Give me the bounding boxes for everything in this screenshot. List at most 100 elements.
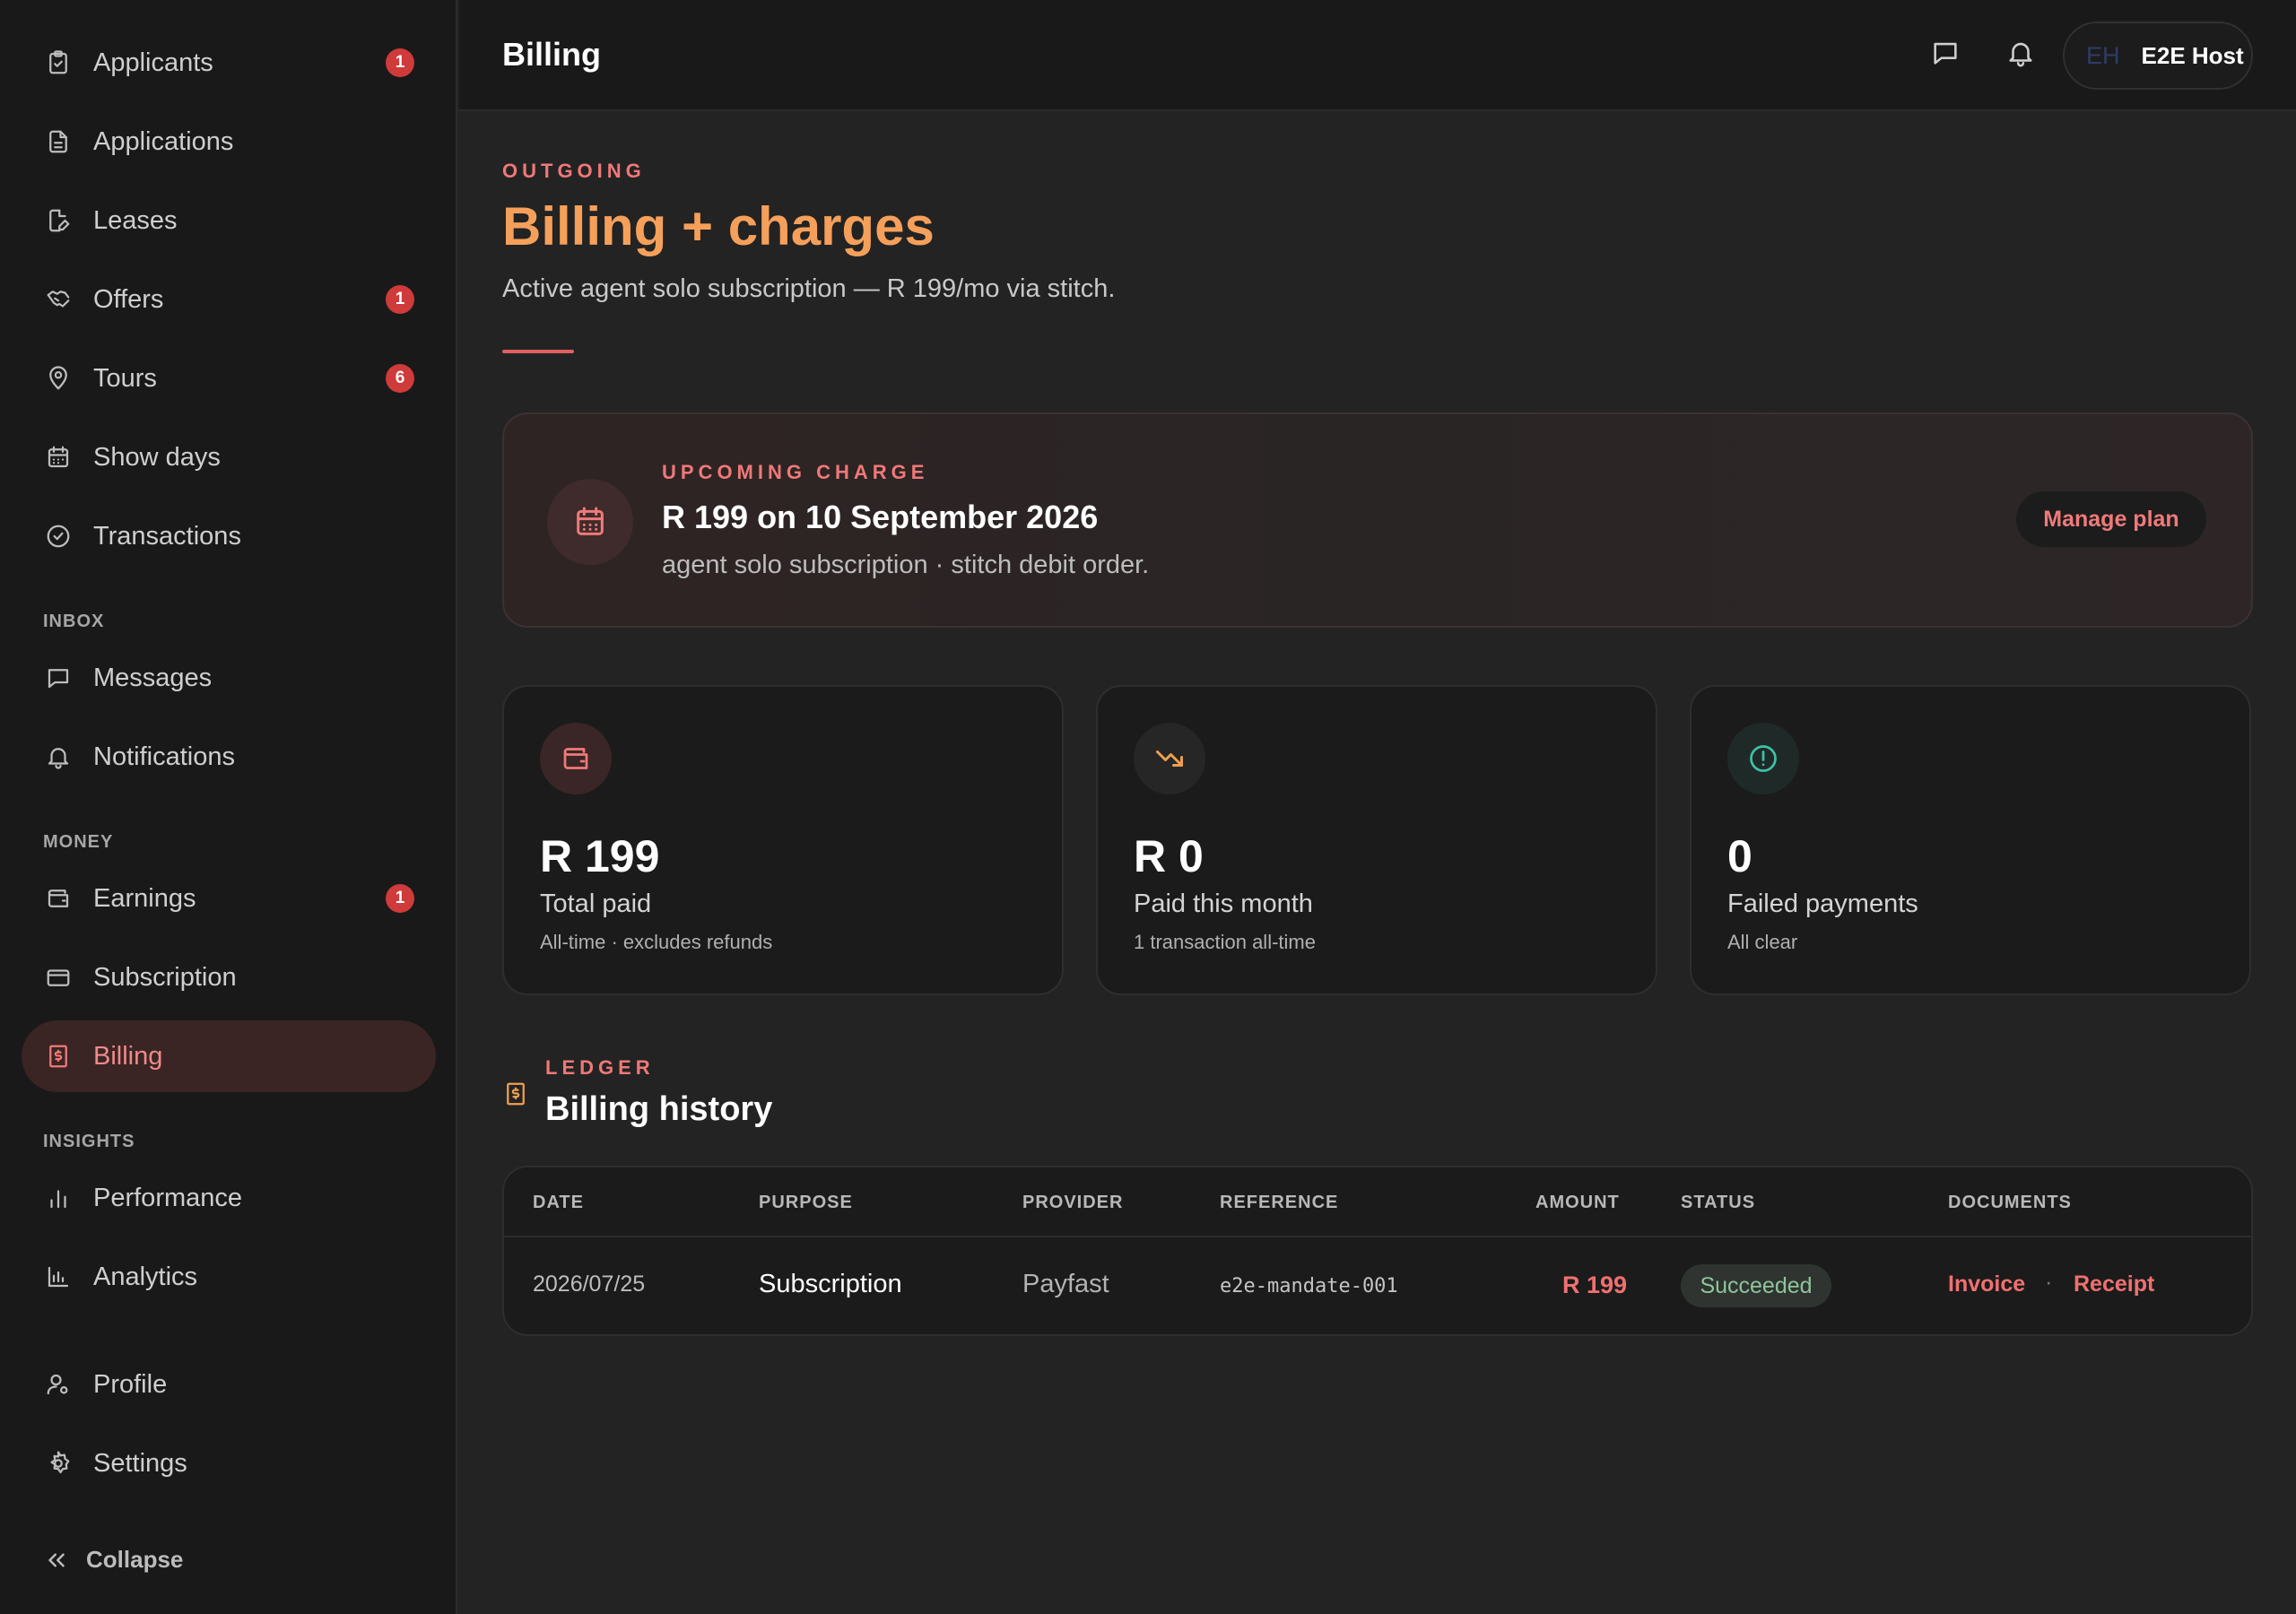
- sidebar: Applicants 1 Applications Leases Offers …: [0, 0, 457, 1614]
- sidebar-item-leases[interactable]: Leases: [22, 185, 436, 256]
- chevrons-left-icon: [48, 1553, 65, 1566]
- check-circle-icon: [43, 521, 74, 551]
- notification-badge: 6: [386, 364, 414, 393]
- analytics-chart-icon: [43, 1262, 74, 1292]
- stat-label: Paid this month: [1134, 889, 1313, 918]
- sidebar-item-label: Settings: [93, 1448, 187, 1478]
- bar-chart-icon: [43, 1183, 74, 1213]
- sidebar-item-settings[interactable]: Settings: [22, 1427, 436, 1499]
- sidebar-item-label: Offers: [93, 284, 164, 314]
- clipboard-icon: [43, 48, 74, 78]
- title-divider: [502, 350, 574, 353]
- column-header-status: STATUS: [1681, 1193, 1756, 1212]
- notification-badge: 1: [386, 48, 414, 77]
- page-subtitle: Active agent solo subscription — R 199/m…: [502, 274, 1116, 303]
- sidebar-item-profile[interactable]: Profile: [22, 1349, 436, 1420]
- handshake-icon: [43, 284, 74, 315]
- column-header-purpose: PURPOSE: [759, 1193, 853, 1212]
- page-eyebrow: OUTGOING: [502, 160, 646, 182]
- sidebar-item-messages[interactable]: Messages: [22, 642, 436, 714]
- alert-circle-icon: [1727, 723, 1799, 794]
- messages-icon[interactable]: [1930, 38, 1964, 72]
- sidebar-item-billing[interactable]: Billing: [22, 1020, 436, 1092]
- bell-icon[interactable]: [2005, 38, 2039, 72]
- sidebar-item-label: Subscription: [93, 962, 237, 992]
- receipt-dollar-icon: [43, 1041, 74, 1072]
- table-divider: [504, 1236, 2251, 1237]
- stat-card-failed-payments: 0 Failed payments All clear: [1690, 685, 2251, 995]
- cell-reference: e2e-mandate-001: [1220, 1275, 1398, 1297]
- receipt-link[interactable]: Receipt: [2074, 1271, 2154, 1297]
- invoice-link[interactable]: Invoice: [1948, 1271, 2025, 1297]
- sidebar-item-label: Show days: [93, 442, 221, 472]
- sidebar-item-label: Earnings: [93, 883, 196, 913]
- collapse-label: Collapse: [86, 1546, 184, 1573]
- credit-card-icon: [43, 962, 74, 993]
- page-title: Billing + charges: [502, 196, 935, 256]
- sidebar-item-offers[interactable]: Offers 1: [22, 264, 436, 335]
- sidebar-item-label: Tours: [93, 363, 157, 393]
- map-pin-icon: [43, 363, 74, 394]
- column-header-reference: REFERENCE: [1220, 1193, 1339, 1212]
- edit-document-icon: [43, 205, 74, 236]
- sidebar-item-label: Applicants: [93, 48, 213, 77]
- stat-value: R 0: [1134, 831, 1204, 881]
- stat-value: R 199: [540, 831, 660, 881]
- sidebar-item-label: Applications: [93, 126, 234, 156]
- section-label-money: MONEY: [43, 832, 114, 852]
- sidebar-item-show-days[interactable]: Show days: [22, 421, 436, 493]
- stat-subtext: 1 transaction all-time: [1134, 931, 1316, 953]
- sidebar-item-label: Billing: [93, 1041, 163, 1071]
- sidebar-item-label: Profile: [93, 1369, 168, 1399]
- user-settings-icon: [43, 1369, 74, 1400]
- sidebar-item-label: Transactions: [93, 521, 241, 551]
- avatar: EH: [2086, 41, 2120, 69]
- page-header-title: Billing: [502, 36, 601, 73]
- stat-label: Failed payments: [1727, 889, 1918, 918]
- column-header-date: DATE: [533, 1193, 584, 1212]
- sidebar-item-analytics[interactable]: Analytics: [22, 1241, 436, 1313]
- collapse-button[interactable]: Collapse: [43, 1546, 183, 1574]
- sidebar-item-label: Leases: [93, 205, 178, 235]
- section-label-insights: INSIGHTS: [43, 1132, 135, 1151]
- sidebar-item-notifications[interactable]: Notifications: [22, 721, 436, 793]
- user-menu-button[interactable]: EH E2E Host: [2063, 22, 2253, 90]
- stat-subtext: All-time · excludes refunds: [540, 931, 773, 953]
- stat-label: Total paid: [540, 889, 652, 918]
- sidebar-item-transactions[interactable]: Transactions: [22, 500, 436, 572]
- manage-plan-button[interactable]: Manage plan: [2016, 491, 2206, 547]
- user-name: E2E Host: [2141, 41, 2244, 69]
- sidebar-item-label: Performance: [93, 1183, 243, 1212]
- column-header-documents: DOCUMENTS: [1948, 1193, 2072, 1212]
- sidebar-item-applicants[interactable]: Applicants 1: [22, 27, 436, 99]
- sidebar-item-performance[interactable]: Performance: [22, 1162, 436, 1234]
- sidebar-item-tours[interactable]: Tours 6: [22, 343, 436, 414]
- document-icon: [43, 126, 74, 157]
- status-badge: Succeeded: [1681, 1264, 1831, 1307]
- stat-card-total-paid: R 199 Total paid All-time · excludes ref…: [502, 685, 1064, 995]
- cell-date: 2026/07/25: [533, 1271, 646, 1297]
- notification-badge: 1: [386, 285, 414, 314]
- upcoming-eyebrow: UPCOMING CHARGE: [662, 461, 929, 483]
- upcoming-charge-title: R 199 on 10 September 2026: [662, 499, 1099, 535]
- column-header-provider: PROVIDER: [1022, 1193, 1124, 1212]
- receipt-dollar-icon: [502, 1078, 529, 1110]
- sidebar-item-earnings[interactable]: Earnings 1: [22, 863, 436, 934]
- cell-purpose: Subscription: [759, 1270, 902, 1298]
- sidebar-item-applications[interactable]: Applications: [22, 106, 436, 178]
- trending-down-icon: [1134, 723, 1205, 794]
- upcoming-charge-subtitle: agent solo subscription · stitch debit o…: [662, 551, 1150, 579]
- bell-icon: [43, 742, 74, 772]
- wallet-icon: [540, 723, 612, 794]
- cell-amount: R 199: [1562, 1271, 1628, 1298]
- ledger-eyebrow: LEDGER: [545, 1056, 655, 1079]
- documents-separator: ·: [2045, 1270, 2053, 1295]
- sidebar-item-subscription[interactable]: Subscription: [22, 941, 436, 1013]
- calendar-icon: [43, 442, 74, 473]
- billing-history-table: DATE PURPOSE PROVIDER REFERENCE AMOUNT S…: [502, 1166, 2253, 1336]
- sidebar-item-label: Analytics: [93, 1262, 198, 1291]
- gear-icon: [43, 1448, 74, 1479]
- calendar-icon: [547, 479, 633, 565]
- stat-card-paid-this-month: R 0 Paid this month 1 transaction all-ti…: [1096, 685, 1657, 995]
- message-icon: [43, 663, 74, 693]
